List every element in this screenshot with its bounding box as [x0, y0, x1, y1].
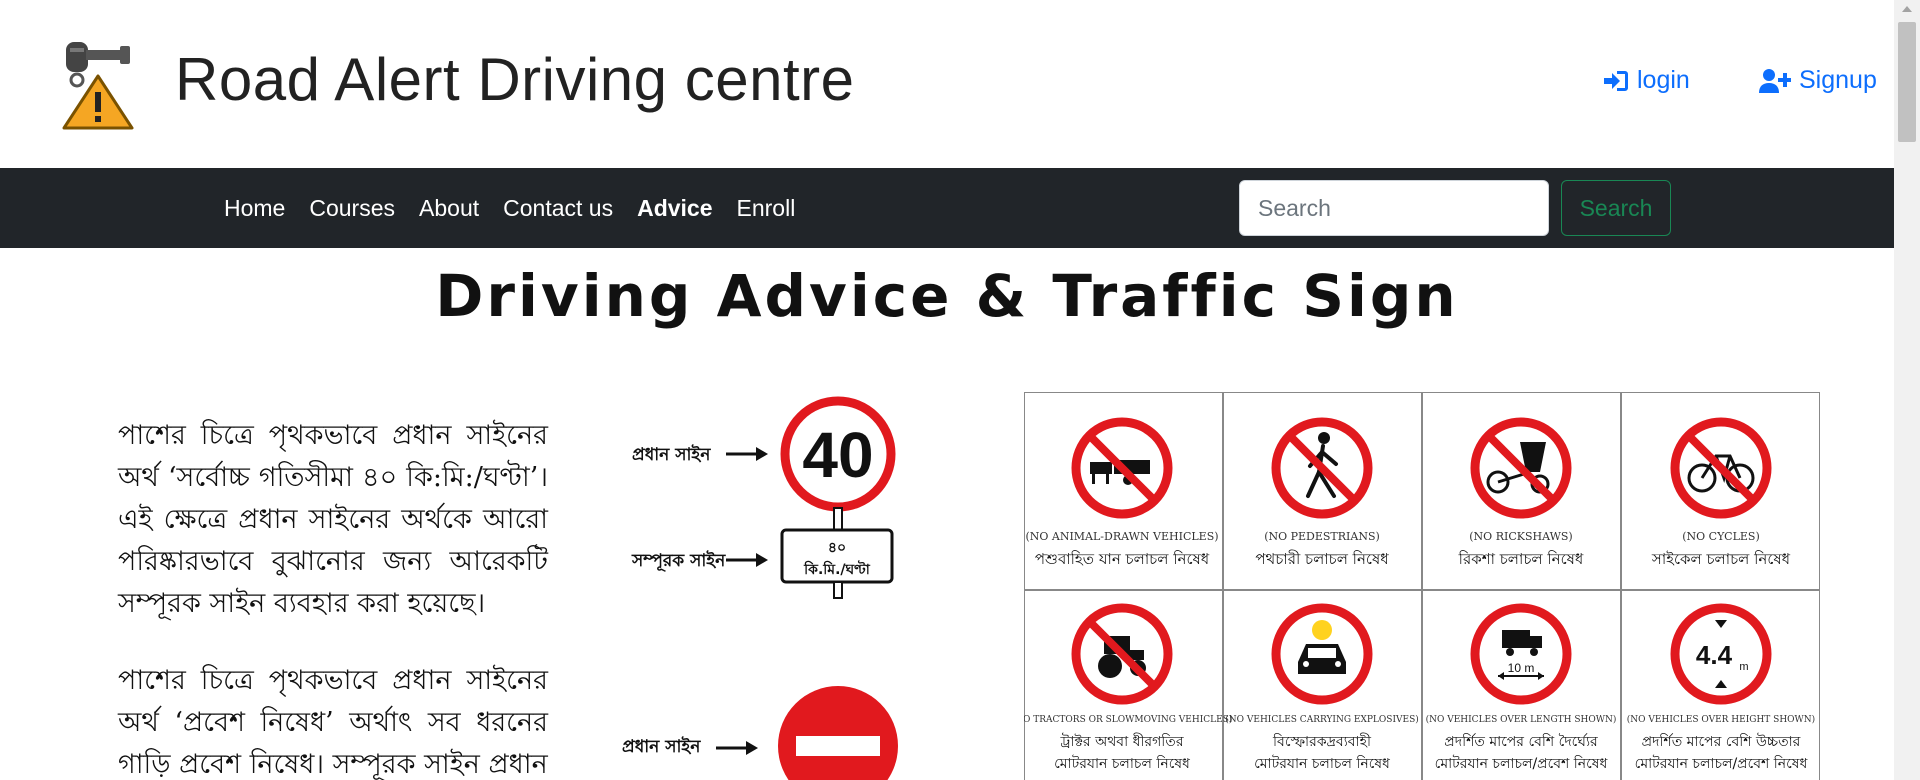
nav-home[interactable]: Home: [212, 195, 297, 222]
search-input[interactable]: [1239, 180, 1549, 236]
login-link[interactable]: login: [1603, 66, 1690, 95]
sign-caption-bn: মোটরযান চলাচল/প্রবেশ নিষেধ: [1435, 755, 1609, 772]
plate-line-1: ৪০: [828, 540, 846, 556]
sign-value: 4.4: [1696, 640, 1733, 670]
search-button[interactable]: Search: [1561, 180, 1671, 236]
nav-enroll[interactable]: Enroll: [725, 195, 808, 222]
signup-label: Signup: [1799, 66, 1877, 94]
sign-post: [833, 581, 843, 599]
site-title: Road Alert Driving centre: [175, 46, 855, 113]
arrow-right-icon: [716, 741, 758, 755]
sign-caption-en: (NO TRACTORS OR SLOWMOVING VEHICLES): [1024, 714, 1232, 725]
sign-caption-en: (NO ANIMAL-DRAWN VEHICLES): [1025, 530, 1218, 543]
sign-caption-en: (NO PEDESTRIANS): [1264, 530, 1380, 543]
sign-caption-bn: মোটরযান চলাচল নিষেধ: [1254, 755, 1391, 772]
no-entry-bar: [796, 736, 880, 756]
car-key-warning-logo: [62, 42, 134, 130]
page: Road Alert Driving centre login Signup H…: [0, 0, 1894, 780]
sign-caption-en: (NO RICKSHAWS): [1469, 530, 1572, 543]
nav-contact-us[interactable]: Contact us: [491, 195, 625, 222]
login-label: login: [1637, 66, 1690, 94]
traffic-sign-grid: (NO ANIMAL-DRAWN VEHICLES) পশুবাহিত যান …: [1024, 392, 1820, 780]
sign-caption-bn: বিস্ফোরকদ্রব্যবাহী: [1272, 733, 1372, 750]
main-sign-label: প্রধান সাইন: [632, 444, 711, 465]
sign-unit: m: [1739, 661, 1748, 673]
sign-caption-bn: পশুবাহিত যান চলাচল নিষেধ: [1035, 550, 1210, 568]
scrollbar-thumb[interactable]: [1898, 22, 1916, 142]
sign-post: [833, 507, 843, 531]
page-heading: Driving Advice & Traffic Sign: [435, 262, 1459, 330]
sign-in-icon: [1604, 70, 1628, 91]
sign-caption-en: (NO VEHICLES CARRYING EXPLOSIVES): [1225, 714, 1419, 725]
sign-caption-en: (NO CYCLES): [1682, 530, 1760, 543]
sign-caption-bn: মোটরযান চলাচল/প্রবেশ নিষেধ: [1635, 755, 1809, 772]
main-sign-label: প্রধান সাইন: [622, 736, 701, 757]
advice-paragraph: পাশের চিত্রে পৃথকভাবে প্রধান সাইনের অর্থ…: [118, 665, 548, 780]
sign-caption-en: (NO VEHICLES OVER LENGTH SHOWN): [1426, 714, 1617, 725]
sign-value: 10 m: [1508, 661, 1535, 675]
sign-caption-bn: সাইকেল চলাচল নিষেধ: [1651, 550, 1791, 568]
page-scrollbar[interactable]: [1894, 0, 1920, 780]
sign-caption-bn: প্রদর্শিত মাপের বেশি উচ্চতার: [1642, 733, 1801, 750]
nav-links: Home Courses About Contact us Advice Enr…: [212, 168, 807, 248]
sign-caption-bn: ট্রাক্টর অথবা ধীরগতির: [1059, 733, 1183, 750]
user-plus-icon: [1759, 68, 1791, 93]
sign-diagram: প্রধান সাইন 40 সম্পূরক সাইন ৪০ কি.মি./ঘণ…: [622, 396, 898, 780]
site-header: Road Alert Driving centre login Signup: [0, 0, 1894, 168]
sign-caption-bn: পথচারী চলাচল নিষেধ: [1255, 550, 1389, 568]
plate-line-2: কি.মি./ঘণ্টা: [803, 559, 871, 578]
signup-link[interactable]: Signup: [1759, 66, 1877, 95]
arrow-right-icon: [726, 553, 768, 567]
no-entry-sign: [778, 686, 898, 780]
advice-paragraph: পাশের চিত্রে পৃথকভাবে প্রধান সাইনের অর্থ…: [118, 420, 548, 619]
scroll-up-icon[interactable]: [1902, 6, 1912, 12]
nav-about[interactable]: About: [407, 195, 491, 222]
nav-courses[interactable]: Courses: [297, 195, 407, 222]
sign-caption-bn: মোটরযান চলাচল নিষেধ: [1054, 755, 1191, 772]
supplementary-sign-label: সম্পূরক সাইন: [631, 550, 726, 572]
arrow-right-icon: [726, 447, 768, 461]
sign-caption-bn: রিকশা চলাচল নিষেধ: [1458, 550, 1584, 568]
sign-caption-en: (NO VEHICLES OVER HEIGHT SHOWN): [1627, 714, 1815, 725]
speed-limit-value: 40: [802, 419, 873, 491]
nav-advice[interactable]: Advice: [625, 195, 724, 222]
sign-caption-bn: প্রদর্শিত মাপের বেশি দৈর্ঘ্যের: [1444, 733, 1598, 750]
